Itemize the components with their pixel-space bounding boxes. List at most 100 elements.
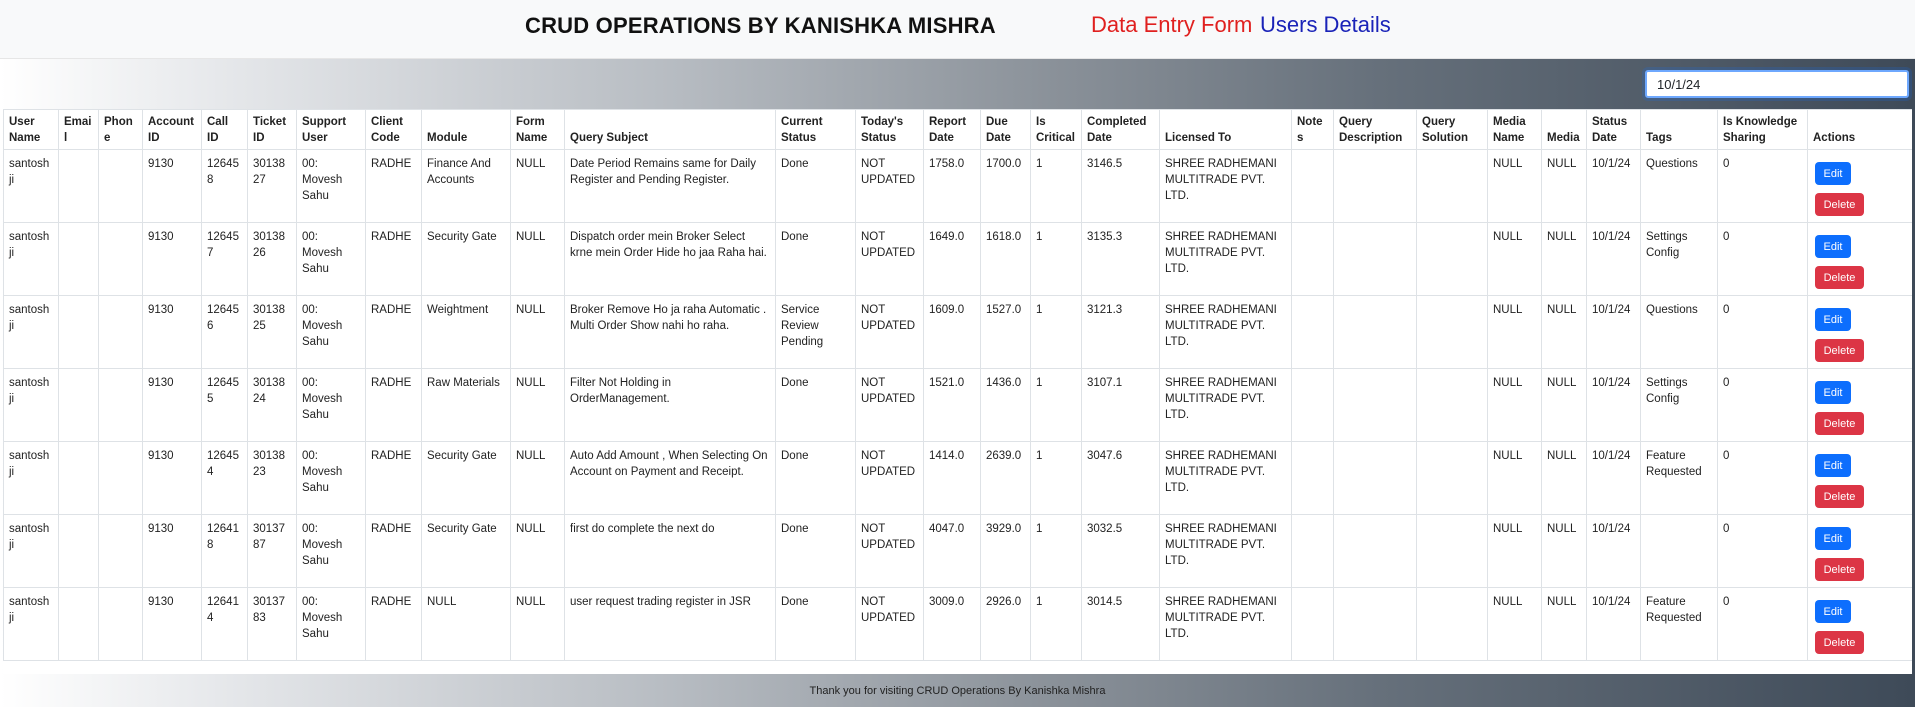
table-cell: SHREE RADHEMANI MULTITRADE PVT. LTD. [1159, 222, 1292, 296]
users-table: User Name Email Phone Account ID Call ID Tick… [3, 109, 1912, 661]
table-cell: 10/1/24 [1586, 441, 1641, 515]
table-cell: 0 [1717, 149, 1808, 223]
table-cell [98, 222, 143, 296]
edit-button[interactable]: Edit [1815, 381, 1851, 404]
table-cell: RADHE [365, 368, 422, 442]
nav-data-entry-form[interactable]: Data Entry Form [1091, 12, 1252, 38]
table-cell: RADHE [365, 222, 422, 296]
table-cell: santosh ji [3, 295, 59, 369]
table-cell: Feature Requested [1640, 441, 1718, 515]
column-header: Notes [1291, 109, 1334, 150]
table-cell: 9130 [142, 514, 202, 588]
table-cell: 9130 [142, 149, 202, 223]
edit-button[interactable]: Edit [1815, 527, 1851, 550]
delete-button[interactable]: Delete [1815, 339, 1864, 362]
table-cell: Security Gate [421, 441, 511, 515]
table-cell: NOT UPDATED [855, 222, 924, 296]
edit-button[interactable]: Edit [1815, 235, 1851, 258]
table-cell: NULL [510, 514, 565, 588]
delete-button[interactable]: Delete [1815, 193, 1864, 216]
table-cell: 1527.0 [980, 295, 1031, 369]
table-cell [1291, 514, 1334, 588]
table-cell [1416, 587, 1488, 661]
table-cell: SHREE RADHEMANI MULTITRADE PVT. LTD. [1159, 441, 1292, 515]
table-cell: 3013824 [247, 368, 297, 442]
table-cell: 1 [1030, 441, 1082, 515]
table-cell: NOT UPDATED [855, 587, 924, 661]
delete-button[interactable]: Delete [1815, 485, 1864, 508]
table-cell: 00: Movesh Sahu [296, 222, 366, 296]
edit-button[interactable]: Edit [1815, 600, 1851, 623]
table-cell: santosh ji [3, 149, 59, 223]
search-input[interactable] [1645, 70, 1909, 98]
table-cell: 3121.3 [1081, 295, 1160, 369]
table-cell: 1521.0 [923, 368, 981, 442]
delete-button[interactable]: Delete [1815, 266, 1864, 289]
table-cell: 126455 [201, 368, 248, 442]
table-cell [1333, 222, 1417, 296]
table-cell: 1 [1030, 222, 1082, 296]
table-cell: RADHE [365, 295, 422, 369]
edit-button[interactable]: Edit [1815, 308, 1851, 331]
table-cell: Weightment [421, 295, 511, 369]
actions-cell: Edit Delete [1807, 587, 1912, 661]
table-cell: Security Gate [421, 222, 511, 296]
table-cell: NULL [1541, 222, 1587, 296]
table-cell: 00: Movesh Sahu [296, 441, 366, 515]
column-header: Support User [296, 109, 366, 150]
table-cell: 1700.0 [980, 149, 1031, 223]
nav-users-details[interactable]: Users Details [1260, 12, 1391, 38]
delete-button[interactable]: Delete [1815, 631, 1864, 654]
edit-button[interactable]: Edit [1815, 162, 1851, 185]
table-cell: 3135.3 [1081, 222, 1160, 296]
table-cell [1333, 587, 1417, 661]
footer-text: Thank you for visiting CRUD Operations B… [809, 685, 1106, 697]
table-cell [1333, 441, 1417, 515]
table-cell: 3013787 [247, 514, 297, 588]
table-cell: 1618.0 [980, 222, 1031, 296]
table-cell: NULL [1541, 149, 1587, 223]
table-cell: Service Review Pending [775, 295, 856, 369]
table-cell: 1 [1030, 368, 1082, 442]
column-header: Form Name [510, 109, 565, 150]
table-cell: NULL [1487, 368, 1542, 442]
table-cell: Done [775, 514, 856, 588]
table-cell: Feature Requested [1640, 587, 1718, 661]
table-cell [58, 222, 99, 296]
table-cell: 126414 [201, 587, 248, 661]
table-cell: 9130 [142, 222, 202, 296]
table-cell: NULL [1487, 514, 1542, 588]
column-header: Client Code [365, 109, 422, 150]
actions-cell: Edit Delete [1807, 514, 1912, 588]
table-cell: 10/1/24 [1586, 368, 1641, 442]
table-cell: NULL [1487, 222, 1542, 296]
table-row: santosh ji 9130 126458 3013827 00: Movesh Sa… [3, 149, 1912, 223]
table-cell: NULL [510, 149, 565, 223]
column-header: Ticket ID [247, 109, 297, 150]
table-cell: 1649.0 [923, 222, 981, 296]
table-cell: 3013783 [247, 587, 297, 661]
table-cell [98, 587, 143, 661]
table-cell: 00: Movesh Sahu [296, 587, 366, 661]
table-cell: Filter Not Holding in OrderManagement. [564, 368, 776, 442]
page-title: CRUD OPERATIONS BY KANISHKA MISHRA [525, 13, 996, 38]
table-cell: 3146.5 [1081, 149, 1160, 223]
table-cell: 9130 [142, 295, 202, 369]
column-header: Media Name [1487, 109, 1542, 150]
table-cell: 1 [1030, 587, 1082, 661]
column-header: Actions [1807, 109, 1912, 150]
delete-button[interactable]: Delete [1815, 558, 1864, 581]
table-cell: 10/1/24 [1586, 514, 1641, 588]
table-cell: 1436.0 [980, 368, 1031, 442]
delete-button[interactable]: Delete [1815, 412, 1864, 435]
table-cell: 2639.0 [980, 441, 1031, 515]
table-cell [1640, 514, 1718, 588]
table-cell: Done [775, 587, 856, 661]
table-cell: 10/1/24 [1586, 149, 1641, 223]
table-cell: NULL [1487, 295, 1542, 369]
table-cell: Security Gate [421, 514, 511, 588]
edit-button[interactable]: Edit [1815, 454, 1851, 477]
table-cell: Settings Config [1640, 368, 1718, 442]
table-cell [58, 295, 99, 369]
table-cell: NULL [510, 368, 565, 442]
